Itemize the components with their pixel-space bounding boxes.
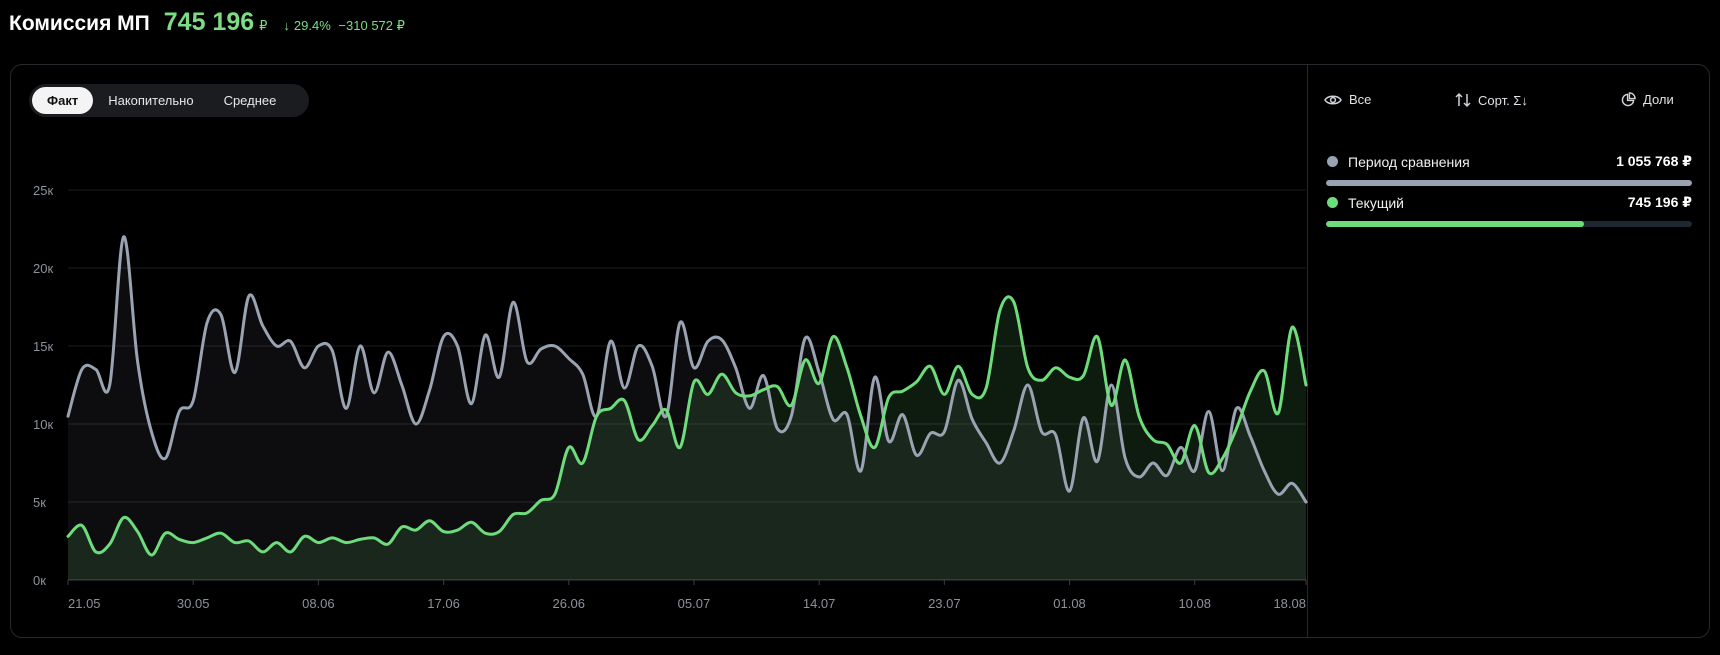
y-tick-label: 5к	[33, 495, 46, 510]
y-tick-label: 0к	[33, 573, 46, 588]
x-tick-label: 08.06	[302, 596, 335, 611]
x-tick-label: 10.08	[1178, 596, 1211, 611]
legend-name: Период сравнения	[1348, 153, 1470, 170]
sort-label: Сорт. Σ↓	[1478, 92, 1528, 108]
legend-item-comparison[interactable]: Период сравнения 1 055 768 ₽	[1327, 153, 1692, 170]
show-all-button[interactable]: Все	[1324, 92, 1371, 107]
eye-icon	[1324, 95, 1342, 104]
x-tick-label: 18.08	[1273, 596, 1306, 611]
x-tick-label: 14.07	[803, 596, 836, 611]
legend-name: Текущий	[1348, 194, 1404, 211]
tab-average[interactable]: Среднее	[209, 87, 292, 114]
legend-dot	[1327, 156, 1338, 167]
y-tick-label: 25к	[33, 183, 53, 198]
x-tick-label: 26.06	[552, 596, 585, 611]
tab-cumulative[interactable]: Накопительно	[93, 87, 208, 114]
share-bar-comparison	[1326, 180, 1692, 186]
share-bar-fill	[1326, 221, 1585, 227]
x-tick-label: 23.07	[928, 596, 961, 611]
legend-value: 1 055 768 ₽	[1616, 153, 1692, 169]
y-tick-label: 10к	[33, 417, 53, 432]
sort-arrows-icon	[1455, 92, 1471, 108]
x-tick-label: 21.05	[68, 596, 101, 611]
x-tick-label: 05.07	[678, 596, 711, 611]
share-bar-fill	[1326, 180, 1692, 186]
sort-button[interactable]: Сорт. Σ↓	[1455, 92, 1528, 108]
pie-chart-icon	[1621, 92, 1636, 107]
legend-value: 745 196 ₽	[1627, 194, 1692, 210]
tab-fact[interactable]: Факт	[32, 87, 94, 114]
y-tick-label: 15к	[33, 339, 53, 354]
legend-item-current[interactable]: Текущий 745 196 ₽	[1327, 194, 1692, 211]
share-bar-current	[1326, 221, 1692, 227]
x-tick-label: 01.08	[1053, 596, 1086, 611]
view-mode-tabs: Факт Накопительно Среднее	[29, 84, 309, 117]
shares-button[interactable]: Доли	[1621, 92, 1674, 107]
shares-label: Доли	[1643, 92, 1674, 107]
x-tick-label: 30.05	[177, 596, 210, 611]
x-tick-label: 17.06	[427, 596, 460, 611]
legend-dot	[1327, 197, 1338, 208]
show-all-label: Все	[1349, 92, 1372, 107]
y-tick-label: 20к	[33, 261, 53, 276]
